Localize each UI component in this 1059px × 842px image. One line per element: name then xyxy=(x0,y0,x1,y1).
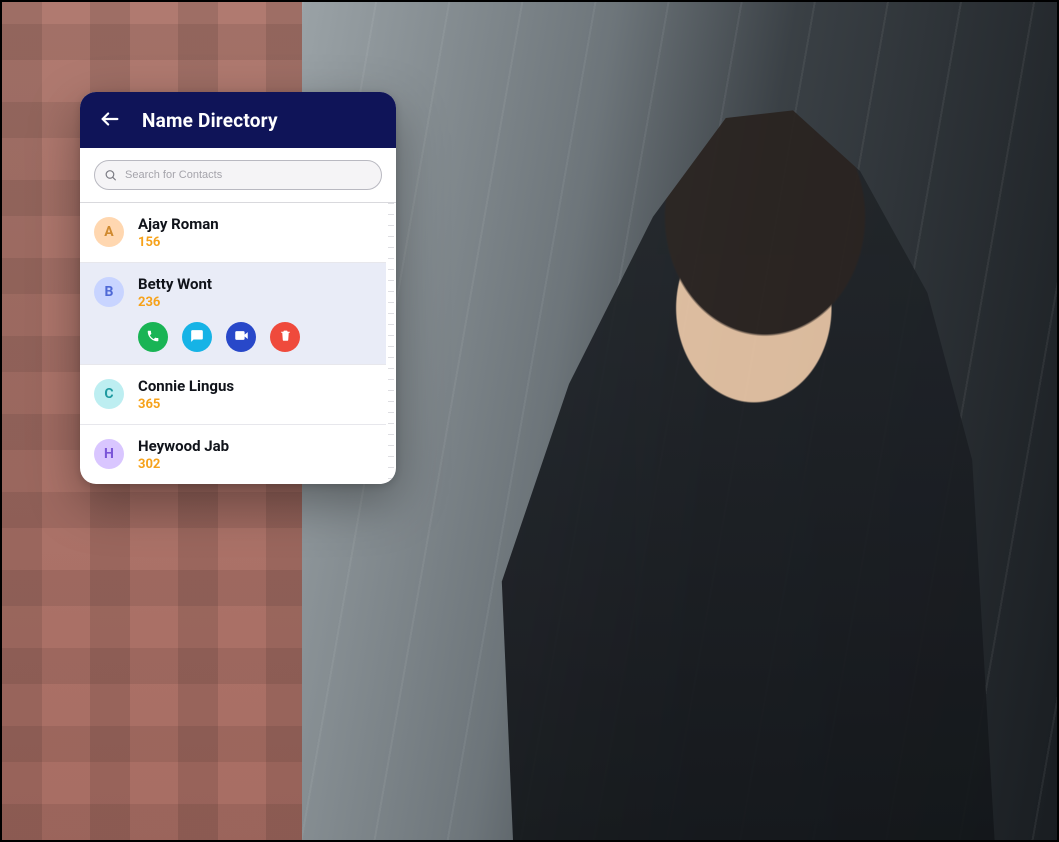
chat-icon xyxy=(190,329,204,346)
card-header: Name Directory xyxy=(80,92,396,148)
contact-extension: 156 xyxy=(138,235,219,250)
search-field[interactable] xyxy=(94,160,382,190)
trash-icon xyxy=(279,329,292,345)
search-section xyxy=(80,148,396,203)
chat-button[interactable] xyxy=(182,322,212,352)
contact-body: Heywood Jab 302 xyxy=(138,437,229,472)
contact-extension: 365 xyxy=(138,397,234,412)
avatar: B xyxy=(94,277,124,307)
contact-list: A Ajay Roman 156 B Betty Wont 236 C Connie Ling… xyxy=(80,203,396,484)
contact-row[interactable]: B Betty Wont 236 xyxy=(80,262,386,364)
avatar: H xyxy=(94,439,124,469)
contact-body: Connie Lingus 365 xyxy=(138,377,234,412)
contact-row[interactable]: A Ajay Roman 156 xyxy=(80,203,386,262)
video-button[interactable] xyxy=(226,322,256,352)
contact-name: Heywood Jab xyxy=(138,437,229,455)
contact-row[interactable]: H Heywood Jab 302 xyxy=(80,424,386,484)
avatar: C xyxy=(94,379,124,409)
avatar: A xyxy=(94,217,124,247)
contact-extension: 236 xyxy=(138,295,300,310)
screenshot-stage: Name Directory A Ajay Roman 156 B Betty Wont… xyxy=(0,0,1059,842)
back-button[interactable] xyxy=(96,106,124,134)
contact-body: Betty Wont 236 xyxy=(138,275,300,352)
delete-button[interactable] xyxy=(270,322,300,352)
page-title: Name Directory xyxy=(142,109,278,132)
arrow-left-icon xyxy=(99,108,121,133)
video-icon xyxy=(234,328,249,346)
alpha-index-rail[interactable] xyxy=(388,203,394,484)
phone-icon xyxy=(146,329,160,346)
contact-name: Ajay Roman xyxy=(138,215,219,233)
contact-row[interactable]: C Connie Lingus 365 xyxy=(80,364,386,424)
search-input[interactable] xyxy=(125,169,371,181)
contact-actions xyxy=(138,322,300,352)
contact-body: Ajay Roman 156 xyxy=(138,215,219,250)
call-button[interactable] xyxy=(138,322,168,352)
directory-card: Name Directory A Ajay Roman 156 B Betty Wont… xyxy=(80,92,396,484)
contact-name: Connie Lingus xyxy=(138,377,234,395)
contact-name: Betty Wont xyxy=(138,275,300,293)
contact-extension: 302 xyxy=(138,457,229,472)
